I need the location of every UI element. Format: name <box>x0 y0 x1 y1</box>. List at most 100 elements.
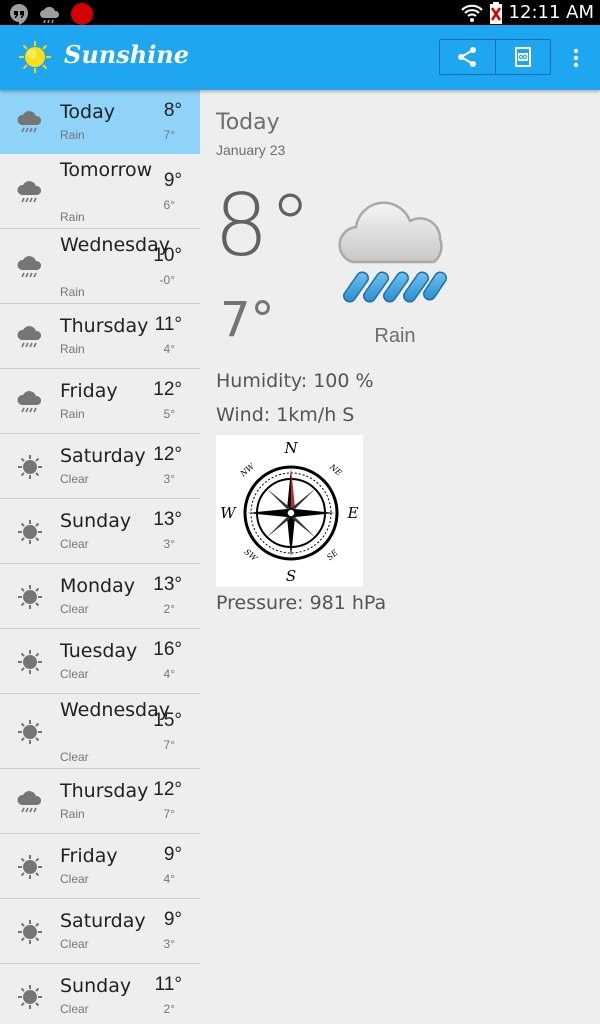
forecast-row[interactable]: Saturday Clear 9° 3° <box>0 899 200 964</box>
clear-icon <box>16 853 44 881</box>
forecast-desc: Clear <box>60 937 89 951</box>
forecast-low: 7° <box>163 807 175 821</box>
forecast-high: 10° <box>153 245 182 266</box>
forecast-day: Tomorrow <box>60 159 153 181</box>
forecast-high: 8° <box>163 100 182 121</box>
forecast-high: 11° <box>154 314 182 335</box>
forecast-low: 2° <box>163 602 175 616</box>
detail-condition: Rain <box>374 325 416 347</box>
status-time: 12:11 AM <box>508 2 594 23</box>
forecast-high: 12° <box>153 444 182 465</box>
forecast-row[interactable]: Sunday Clear 11° 2° <box>0 964 200 1024</box>
rain-art-icon <box>338 201 448 303</box>
share-button[interactable] <box>440 40 495 74</box>
forecast-row[interactable]: Tuesday Clear 16° 4° <box>0 629 200 694</box>
share-icon <box>458 47 477 67</box>
rain-icon <box>16 178 44 206</box>
forecast-high: 9° <box>163 170 182 191</box>
forecast-day: Friday <box>60 845 118 867</box>
forecast-desc: Clear <box>60 872 89 886</box>
compass-nw: NW <box>238 461 257 479</box>
forecast-row[interactable]: Today Rain 8° 7° <box>0 90 200 154</box>
forecast-low: 7° <box>163 128 175 142</box>
forecast-desc: Clear <box>60 750 89 764</box>
forecast-day: Tuesday <box>60 640 138 662</box>
clear-icon <box>16 918 44 946</box>
forecast-low: -0° <box>159 273 175 287</box>
cast-button[interactable] <box>495 40 550 74</box>
forecast-row[interactable]: Wednesday Rain 10° -0° <box>0 229 200 304</box>
forecast-row[interactable]: Saturday Clear 12° 3° <box>0 434 200 499</box>
rain-icon <box>16 788 44 816</box>
detail-low-temp: 7° <box>220 292 275 348</box>
compass-s: S <box>286 567 296 585</box>
hangouts-icon <box>10 4 28 25</box>
humidity-text: Humidity: 100 % <box>216 370 374 392</box>
forecast-low: 4° <box>163 342 175 356</box>
forecast-low: 2° <box>163 1002 175 1016</box>
rain-icon <box>16 108 44 136</box>
forecast-desc: Rain <box>60 128 85 142</box>
forecast-day: Wednesday <box>60 234 171 256</box>
forecast-low: 4° <box>163 667 175 681</box>
clear-icon <box>16 718 44 746</box>
forecast-low: 5° <box>163 407 175 421</box>
forecast-high: 13° <box>153 509 182 530</box>
forecast-desc: Rain <box>60 407 85 421</box>
compass-se: SE <box>325 548 340 562</box>
forecast-desc: Clear <box>60 537 89 551</box>
forecast-low: 3° <box>163 537 175 551</box>
forecast-low: 3° <box>163 937 175 951</box>
forecast-day: Saturday <box>60 445 146 467</box>
forecast-list[interactable]: Today Rain 8° 7° Tomorrow Rain 9° 6° Wednesday Ra… <box>0 90 200 1024</box>
forecast-desc: Rain <box>60 807 85 821</box>
clear-icon <box>16 648 44 676</box>
forecast-day: Today <box>60 101 115 123</box>
rain-icon <box>16 323 44 351</box>
forecast-high: 12° <box>153 379 182 400</box>
forecast-row[interactable]: Monday Clear 13° 2° <box>0 564 200 629</box>
forecast-row[interactable]: Wednesday Clear 15° 7° <box>0 694 200 769</box>
forecast-day: Thursday <box>60 780 149 802</box>
forecast-low: 3° <box>163 472 175 486</box>
compass-ne: NE <box>327 462 344 478</box>
forecast-row[interactable]: Tomorrow Rain 9° 6° <box>0 154 200 229</box>
forecast-high: 9° <box>163 844 182 865</box>
detail-pane: Today January 23 8° 7° Rain Humidity: 10… <box>200 90 600 1024</box>
forecast-day: Wednesday <box>60 699 171 721</box>
weather-notification-icon <box>40 6 60 24</box>
clear-icon <box>16 518 44 546</box>
forecast-low: 6° <box>163 198 175 212</box>
forecast-day: Friday <box>60 380 118 402</box>
overflow-menu-icon <box>573 48 579 68</box>
wind-compass-icon: N S E W NW NE SW SE <box>216 435 363 587</box>
pressure-text: Pressure: 981 hPa <box>216 592 387 614</box>
action-bar: Sunshine <box>0 25 600 90</box>
forecast-row[interactable]: Sunday Clear 13° 3° <box>0 499 200 564</box>
forecast-desc: Clear <box>60 1002 89 1016</box>
forecast-high: 11° <box>154 974 182 995</box>
battery-icon <box>489 1 502 24</box>
compass-sw: SW <box>242 547 259 563</box>
app-title: Sunshine <box>64 40 190 69</box>
detail-high-temp: 8° <box>214 176 312 276</box>
overflow-menu-button[interactable] <box>564 43 588 73</box>
rain-icon <box>16 388 44 416</box>
rain-icon <box>16 253 44 281</box>
app-logo-sun-icon <box>19 41 51 73</box>
forecast-desc: Rain <box>60 285 85 299</box>
forecast-high: 15° <box>153 710 182 731</box>
forecast-row[interactable]: Friday Clear 9° 4° <box>0 834 200 899</box>
forecast-desc: Clear <box>60 472 89 486</box>
forecast-low: 4° <box>163 872 175 886</box>
status-bar: 12:11 AM <box>0 0 600 25</box>
forecast-row[interactable]: Thursday Rain 11° 4° <box>0 304 200 369</box>
forecast-desc: Clear <box>60 602 89 616</box>
forecast-row[interactable]: Thursday Rain 12° 7° <box>0 769 200 834</box>
forecast-desc: Clear <box>60 667 89 681</box>
record-icon <box>71 3 93 25</box>
forecast-high: 13° <box>153 574 182 595</box>
cast-icon <box>514 47 531 67</box>
clear-icon <box>16 983 44 1011</box>
forecast-row[interactable]: Friday Rain 12° 5° <box>0 369 200 434</box>
